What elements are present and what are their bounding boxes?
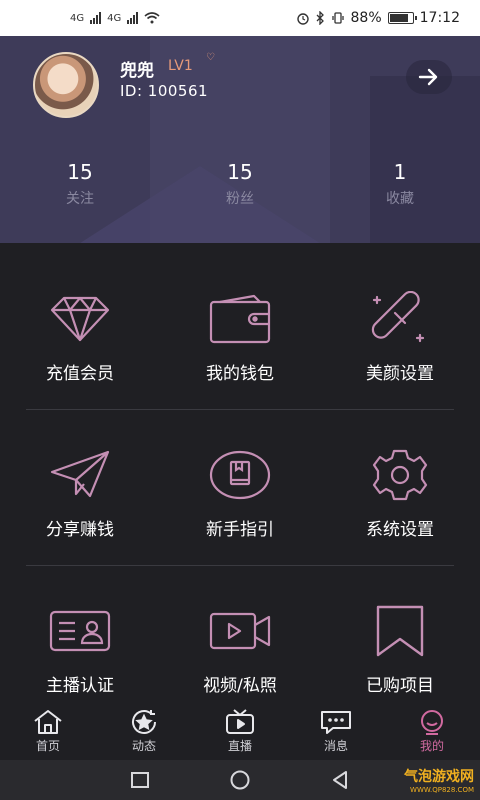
signal-icon	[90, 12, 102, 24]
profile-detail-button[interactable]	[406, 60, 452, 94]
tab-messages[interactable]: 消息	[288, 705, 384, 760]
menu-label: 主播认证	[46, 676, 114, 696]
menu-item-videos[interactable]: 视频/私照	[160, 603, 320, 696]
menu-label: 充值会员	[46, 364, 114, 384]
menu-label: 视频/私照	[203, 676, 277, 696]
id-card-icon	[48, 603, 112, 659]
menu-item-beauty[interactable]: 美颜设置	[320, 291, 480, 384]
menu-label: 新手指引	[206, 520, 274, 540]
avatar[interactable]	[33, 52, 99, 118]
stat-label: 收藏	[386, 191, 414, 207]
menu-label: 我的钱包	[206, 364, 274, 384]
menu-item-vip[interactable]: 充值会员	[0, 291, 160, 384]
menu-item-purchased[interactable]: 已购项目	[320, 603, 480, 696]
status-right: 88% 17:12	[296, 10, 460, 26]
wifi-icon	[144, 12, 160, 24]
divider	[26, 409, 454, 410]
menu-label: 美颜设置	[366, 364, 434, 384]
tab-label: 消息	[323, 739, 348, 753]
back-icon[interactable]	[330, 770, 350, 790]
beauty-pen-icon	[368, 291, 432, 347]
stat-following[interactable]: 15 关注	[0, 160, 160, 208]
chat-icon	[321, 711, 351, 734]
tab-label: 我的	[419, 739, 444, 753]
stat-label: 粉丝	[226, 191, 254, 207]
battery-icon	[387, 12, 417, 24]
signal-group: 4G 4G	[70, 12, 160, 24]
menu-label: 分享赚钱	[46, 520, 114, 540]
menu-item-guide[interactable]: 新手指引	[160, 447, 320, 540]
alarm-icon	[296, 13, 309, 25]
stat-fans[interactable]: 15 粉丝	[160, 160, 320, 208]
stat-value: 15	[227, 160, 253, 184]
divider	[26, 565, 454, 566]
menu-label: 已购项目	[366, 676, 434, 696]
vibrate-icon	[331, 12, 344, 24]
tab-home[interactable]: 首页	[0, 705, 96, 760]
bookmark-icon	[368, 603, 432, 659]
stat-favorites[interactable]: 1 收藏	[320, 160, 480, 208]
menu-row-3: 主播认证 视频/私照 已购项目	[0, 603, 480, 696]
diamond-icon	[48, 291, 112, 347]
stat-value: 15	[67, 160, 93, 184]
menu-grid: 充值会员 我的钱包 美颜设置 分享赚钱 新手指引 系统设置 主播认证 视频/私照…	[0, 243, 480, 705]
tab-label: 首页	[35, 739, 60, 753]
watermark-sub: WWW.QP828.COM	[410, 786, 474, 794]
stat-label: 关注	[66, 191, 94, 207]
bluetooth-icon	[316, 11, 324, 25]
tab-label: 直播	[227, 739, 252, 753]
home-circle-icon[interactable]	[229, 769, 251, 791]
menu-item-share[interactable]: 分享赚钱	[0, 447, 160, 540]
guide-book-icon	[208, 447, 272, 503]
tab-label: 动态	[131, 739, 156, 753]
bottom-tab-bar: 首页 动态 直播 消息 我的	[0, 705, 480, 760]
network-type-2: 4G	[107, 12, 122, 24]
user-level-badge: LV1	[168, 58, 193, 74]
network-type-1: 4G	[70, 12, 85, 24]
battery-percent: 88%	[350, 10, 382, 26]
menu-label: 系统设置	[366, 520, 434, 540]
profile-icon	[421, 710, 443, 735]
menu-item-anchor-verify[interactable]: 主播认证	[0, 603, 160, 696]
clock: 17:12	[419, 10, 460, 26]
tab-mine[interactable]: 我的	[384, 705, 480, 760]
signal-icon-2	[127, 12, 139, 24]
video-camera-icon	[208, 603, 272, 659]
menu-item-wallet[interactable]: 我的钱包	[160, 291, 320, 384]
stat-value: 1	[393, 160, 407, 184]
profile-header: 兜兜 LV1 ♡ ID: 100561 15 关注 15 粉丝 1 收藏	[0, 36, 480, 243]
gear-icon	[368, 447, 432, 503]
watermark-text: 气泡游戏网	[404, 769, 474, 785]
tv-icon	[226, 709, 254, 734]
star-refresh-icon	[132, 710, 156, 734]
menu-item-settings[interactable]: 系统设置	[320, 447, 480, 540]
arrow-right-icon	[418, 68, 438, 86]
wallet-icon	[208, 291, 272, 347]
home-icon	[34, 710, 62, 734]
menu-row-1: 充值会员 我的钱包 美颜设置	[0, 291, 480, 384]
tab-live[interactable]: 直播	[192, 705, 288, 760]
profile-stats: 15 关注 15 粉丝 1 收藏	[0, 160, 480, 208]
tab-moments[interactable]: 动态	[96, 705, 192, 760]
watermark-logo: 气泡游戏网 WWW.QP828.COM	[404, 766, 474, 794]
recent-apps-icon[interactable]	[130, 771, 150, 789]
paper-plane-icon	[48, 447, 112, 503]
heart-icon: ♡	[206, 52, 215, 63]
menu-row-2: 分享赚钱 新手指引 系统设置	[0, 447, 480, 540]
user-id: ID: 100561	[120, 82, 209, 100]
status-bar: 4G 4G 88% 17:12	[0, 0, 480, 36]
user-name: 兜兜	[120, 61, 154, 81]
